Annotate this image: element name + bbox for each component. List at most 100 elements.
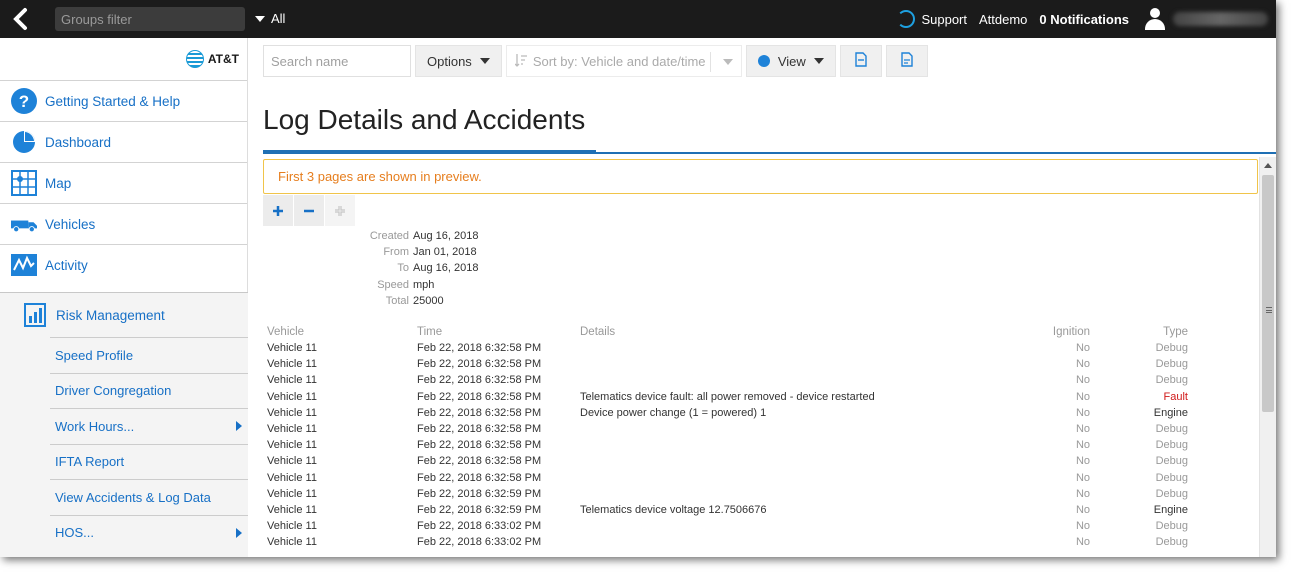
table-row: Vehicle 11 Feb 22, 2018 6:32:58 PM No Debug bbox=[267, 470, 1197, 486]
zoom-out-button[interactable] bbox=[294, 195, 325, 226]
top-bar: All Support Attdemo 0 Notifications bbox=[0, 0, 1276, 38]
table-row: Vehicle 11 Feb 22, 2018 6:32:58 PM Device … bbox=[267, 405, 1197, 421]
view-label: View bbox=[777, 53, 806, 69]
sidebar-item-vehicles[interactable]: Vehicles bbox=[0, 203, 247, 244]
col-vehicle: Vehicle bbox=[267, 326, 305, 338]
meta-row: From Jan 01, 2018 bbox=[383, 246, 477, 259]
sidebar-item-label: Map bbox=[45, 175, 72, 191]
document-icon bbox=[855, 52, 867, 70]
cell-type: Debug bbox=[1155, 520, 1188, 533]
user-name-link[interactable]: Attdemo bbox=[979, 12, 1027, 27]
support-button[interactable]: Support bbox=[897, 10, 967, 28]
options-button[interactable]: Options bbox=[415, 45, 502, 77]
cell-type: Debug bbox=[1155, 423, 1188, 436]
scroll-up-icon[interactable] bbox=[1264, 163, 1272, 168]
support-label: Support bbox=[921, 11, 967, 27]
sidebar-subitem-driver-congregation[interactable]: Driver Congregation bbox=[50, 372, 248, 409]
title-underline bbox=[263, 150, 596, 154]
cell-vehicle: Vehicle 11 bbox=[267, 439, 317, 452]
cell-time: Feb 22, 2018 6:32:58 PM bbox=[417, 423, 542, 436]
cell-ignition: No bbox=[1075, 503, 1090, 516]
group-dropdown[interactable]: All bbox=[255, 11, 285, 26]
col-details: Details bbox=[580, 326, 616, 338]
cell-ignition: No bbox=[1075, 406, 1090, 419]
groups-filter-input[interactable] bbox=[55, 7, 245, 31]
table-row: Vehicle 11 Feb 22, 2018 6:32:58 PM No Debug bbox=[267, 437, 1197, 453]
table-row: Vehicle 11 Feb 22, 2018 6:32:58 PM No Debug bbox=[267, 340, 1197, 356]
sidebar-item-label: View Accidents & Log Data bbox=[55, 489, 211, 505]
sidebar-subitem-ifta-report[interactable]: IFTA Report bbox=[50, 443, 248, 480]
cell-time: Feb 22, 2018 6:32:58 PM bbox=[417, 406, 542, 419]
sidebar: AT&T ? Getting Started & Help Dashboard … bbox=[0, 38, 248, 557]
sidebar-item-label: Activity bbox=[45, 257, 88, 273]
sidebar-subitem-work-hours[interactable]: Work Hours... bbox=[50, 408, 248, 444]
cell-time: Feb 22, 2018 6:33:02 PM bbox=[417, 536, 542, 549]
cell-ignition: No bbox=[1075, 374, 1090, 387]
table-row: Vehicle 11 Feb 22, 2018 6:32:58 PM No Debug bbox=[267, 453, 1197, 469]
zoom-controls bbox=[263, 195, 356, 226]
sidebar-item-getting-started[interactable]: ? Getting Started & Help bbox=[0, 80, 247, 121]
sidebar-subitem-hos[interactable]: HOS... bbox=[50, 514, 248, 551]
cell-ignition: No bbox=[1075, 455, 1090, 468]
chevron-down-icon bbox=[813, 58, 824, 64]
view-button[interactable]: View bbox=[745, 45, 836, 77]
plus-icon bbox=[273, 205, 283, 216]
cell-time: Feb 22, 2018 6:32:58 PM bbox=[417, 455, 542, 468]
bar-chart-icon bbox=[22, 302, 48, 328]
activity-icon bbox=[11, 252, 37, 278]
redacted-user bbox=[1173, 12, 1268, 26]
chevron-down-icon bbox=[255, 15, 265, 22]
table-row: Vehicle 11 Feb 22, 2018 6:32:58 PM No Debug bbox=[267, 421, 1197, 437]
cell-time: Feb 22, 2018 6:33:02 PM bbox=[417, 520, 542, 533]
fit-button[interactable] bbox=[325, 195, 356, 226]
cell-vehicle: Vehicle 11 bbox=[267, 374, 317, 387]
page-title: Log Details and Accidents bbox=[263, 104, 586, 135]
cell-time: Feb 22, 2018 6:32:59 PM bbox=[417, 503, 542, 516]
cell-details: Telematics device fault: all power remov… bbox=[580, 390, 875, 403]
sidebar-subitem-speed-profile[interactable]: Speed Profile bbox=[50, 337, 248, 373]
support-icon bbox=[897, 10, 916, 28]
cell-type: Debug bbox=[1155, 358, 1188, 371]
cell-vehicle: Vehicle 11 bbox=[267, 342, 317, 355]
sidebar-item-label: IFTA Report bbox=[55, 454, 125, 470]
toolbar: Options Sort by: Vehicle and date/time V… bbox=[263, 45, 928, 77]
cell-vehicle: Vehicle 11 bbox=[267, 406, 317, 419]
table-row: Vehicle 11 Feb 22, 2018 6:33:02 PM No Debug bbox=[267, 518, 1197, 534]
search-name-input[interactable] bbox=[263, 45, 411, 77]
cell-vehicle: Vehicle 11 bbox=[267, 455, 317, 468]
view-icon bbox=[757, 55, 770, 67]
report-metadata: Created Aug 16, 2018 From Jan 01, 2018 To A… bbox=[360, 228, 479, 309]
sort-label: Sort by: Vehicle and date/time bbox=[532, 53, 706, 69]
col-type: Type bbox=[1163, 326, 1188, 338]
user-avatar-icon[interactable] bbox=[1143, 7, 1167, 31]
compress-icon bbox=[335, 205, 345, 216]
sidebar-item-risk-management[interactable]: Risk Management bbox=[0, 293, 248, 337]
table-row: Vehicle 11 Feb 22, 2018 6:32:58 PM No Debug bbox=[267, 372, 1197, 388]
zoom-in-button[interactable] bbox=[263, 195, 294, 226]
brand-name: AT&T bbox=[207, 52, 239, 66]
cell-ignition: No bbox=[1075, 390, 1090, 403]
cell-vehicle: Vehicle 11 bbox=[267, 520, 317, 533]
options-label: Options bbox=[427, 53, 472, 69]
scroll-thumb[interactable] bbox=[1262, 175, 1274, 412]
activity-submenu: Risk Management Speed Profile Driver Con… bbox=[0, 292, 248, 557]
table-row: Vehicle 11 Feb 22, 2018 6:32:58 PM Telemat… bbox=[267, 389, 1197, 405]
cell-type: Engine bbox=[1153, 406, 1188, 419]
sidebar-subitem-view-accidents[interactable]: View Accidents & Log Data bbox=[50, 479, 248, 515]
cell-time: Feb 22, 2018 6:32:58 PM bbox=[417, 374, 542, 387]
table-row: Vehicle 11 Feb 22, 2018 6:32:59 PM No Debug bbox=[267, 486, 1197, 502]
sidebar-item-activity[interactable]: Activity bbox=[0, 244, 247, 285]
cell-time: Feb 22, 2018 6:32:58 PM bbox=[417, 390, 542, 403]
sidebar-item-dashboard[interactable]: Dashboard bbox=[0, 121, 247, 162]
document-icon bbox=[901, 52, 913, 70]
sidebar-item-map[interactable]: Map bbox=[0, 162, 247, 203]
sidebar-item-label: Speed Profile bbox=[55, 347, 134, 363]
meta-row: Created Aug 16, 2018 bbox=[369, 230, 479, 243]
col-ignition: Ignition bbox=[1052, 326, 1090, 338]
vertical-scrollbar[interactable] bbox=[1259, 157, 1276, 557]
sort-dropdown[interactable]: Sort by: Vehicle and date/time bbox=[505, 45, 742, 77]
notifications-button[interactable]: 0 Notifications bbox=[1039, 12, 1129, 27]
export-excel-button[interactable] bbox=[839, 45, 882, 77]
export-pdf-button[interactable] bbox=[885, 45, 928, 77]
back-icon[interactable] bbox=[10, 7, 34, 31]
